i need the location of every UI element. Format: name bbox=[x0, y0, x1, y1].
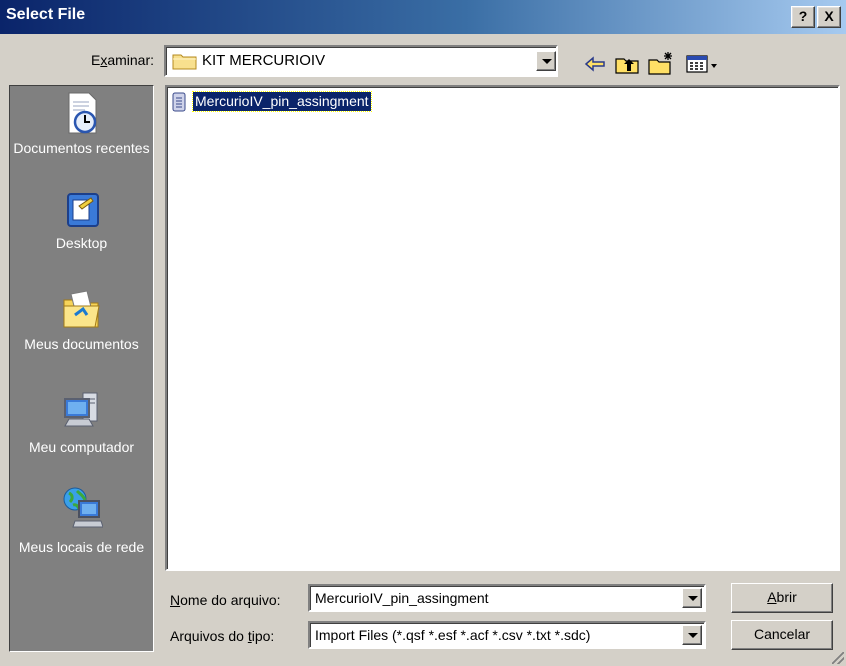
place-label: Documentos recentes bbox=[13, 140, 150, 156]
file-name: MercurioIV_pin_assingment bbox=[192, 91, 372, 112]
text-file-icon bbox=[172, 92, 186, 112]
open-button[interactable]: Abrir bbox=[731, 583, 833, 613]
close-button[interactable]: X bbox=[817, 6, 841, 28]
new-folder-icon[interactable] bbox=[646, 50, 676, 78]
lookin-label: Examinar: bbox=[90, 52, 154, 68]
filetype-dropdown-button[interactable] bbox=[682, 625, 702, 645]
up-one-level-icon[interactable] bbox=[612, 50, 642, 78]
resize-grip[interactable] bbox=[832, 652, 844, 664]
cancel-button[interactable]: Cancelar bbox=[731, 620, 833, 650]
lookin-dropdown[interactable]: KIT MERCURIOIV bbox=[164, 45, 558, 77]
my-documents-icon bbox=[63, 290, 100, 328]
place-desktop[interactable]: Desktop bbox=[10, 191, 153, 252]
filetype-combo[interactable]: Import Files (*.qsf *.esf *.acf *.csv *.… bbox=[308, 621, 706, 649]
place-label: Meus locais de rede bbox=[18, 539, 145, 555]
place-label: Meus documentos bbox=[24, 336, 139, 352]
my-computer-icon bbox=[63, 392, 97, 427]
place-my-computer[interactable]: Meu computador bbox=[10, 389, 153, 456]
filename-combo[interactable]: MercurioIV_pin_assingment bbox=[308, 584, 706, 612]
title-bar: Select File ? X bbox=[0, 0, 846, 34]
place-network-places[interactable]: Meus locais de rede bbox=[10, 485, 153, 556]
folder-icon bbox=[172, 54, 197, 70]
place-label: Desktop bbox=[55, 235, 108, 251]
help-button[interactable]: ? bbox=[791, 6, 815, 28]
place-recent-documents[interactable]: Documentos recentes bbox=[10, 90, 153, 157]
places-bar: Documentos recentes Desktop Meus documen… bbox=[9, 85, 154, 652]
filename-label: Nome do arquivo: bbox=[170, 592, 281, 608]
desktop-icon bbox=[66, 193, 99, 227]
place-label: Meu computador bbox=[28, 439, 135, 455]
filetype-value: Import Files (*.qsf *.esf *.acf *.csv *.… bbox=[315, 627, 591, 643]
back-arrow-icon[interactable] bbox=[580, 50, 610, 78]
lookin-dropdown-button[interactable] bbox=[536, 51, 556, 71]
filename-value: MercurioIV_pin_assingment bbox=[315, 590, 489, 606]
window-title: Select File bbox=[6, 6, 86, 23]
filename-dropdown-button[interactable] bbox=[682, 588, 702, 608]
network-places-icon bbox=[63, 487, 103, 528]
view-menu-icon[interactable] bbox=[684, 50, 726, 78]
lookin-value: KIT MERCURIOIV bbox=[202, 52, 326, 69]
place-my-documents[interactable]: Meus documentos bbox=[10, 286, 153, 353]
file-list[interactable]: MercurioIV_pin_assingment bbox=[165, 85, 840, 571]
recent-documents-icon bbox=[68, 92, 96, 134]
filetype-label: Arquivos do tipo: bbox=[170, 628, 275, 644]
